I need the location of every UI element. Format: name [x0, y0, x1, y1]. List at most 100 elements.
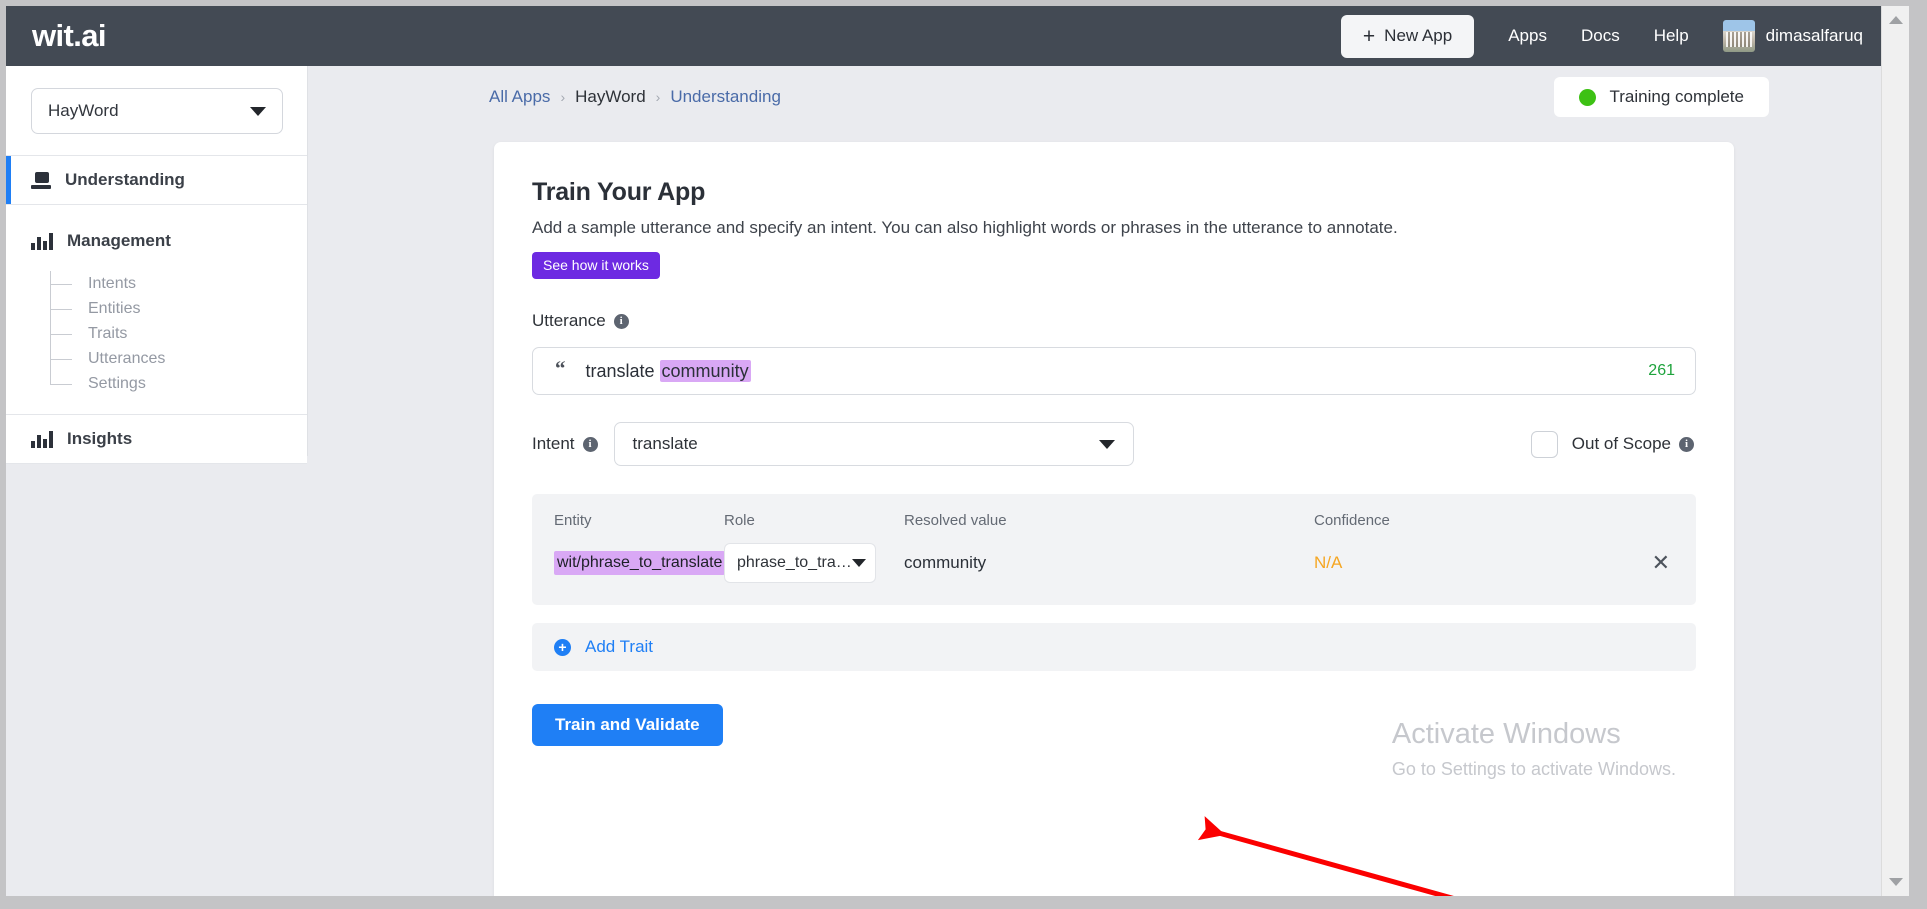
- robot-icon: [31, 171, 51, 189]
- out-of-scope-checkbox[interactable]: [1530, 430, 1558, 458]
- sidebar-item-insights[interactable]: Insights: [6, 415, 307, 463]
- sidebar-item-intents[interactable]: Intents: [50, 271, 307, 296]
- chevron-down-icon: [1098, 439, 1115, 449]
- entity-panel: Entity Role Resolved value Confidence wi…: [532, 494, 1696, 605]
- chevron-right-icon: ›: [655, 89, 661, 105]
- breadcrumb-hayword[interactable]: HayWord: [575, 87, 646, 107]
- close-icon[interactable]: ✕: [1652, 552, 1670, 574]
- status-dot-icon: [1578, 88, 1596, 106]
- card-subtitle: Add a sample utterance and specify an in…: [532, 218, 1398, 237]
- confidence-value: N/A: [1314, 553, 1343, 572]
- training-status-badge[interactable]: Training complete: [1553, 77, 1769, 117]
- bar-chart-icon: [31, 232, 53, 250]
- column-header-confidence: Confidence: [1314, 512, 1390, 529]
- sidebar-item-management[interactable]: Management: [6, 217, 307, 265]
- nav-link-help[interactable]: Help: [1654, 26, 1689, 46]
- breadcrumb: All Apps › HayWord › Understanding: [489, 87, 781, 107]
- utterance-input[interactable]: “ translate community 261: [532, 347, 1696, 395]
- main-content: All Apps › HayWord › Understanding Train…: [309, 66, 1881, 896]
- utterance-plain-text: translate: [585, 360, 660, 381]
- sidebar-section-management: Management Intents Entities Traits Utter…: [6, 205, 307, 414]
- plus-icon: +: [1362, 24, 1376, 48]
- column-header-actions: [1630, 521, 1670, 535]
- resolved-value: community: [904, 553, 987, 572]
- intent-select[interactable]: translate: [613, 422, 1134, 466]
- train-your-app-card: Train Your App Add a sample utterance an…: [494, 142, 1734, 896]
- app-selector-container: HayWord: [6, 66, 307, 155]
- role-select-cell: phrase_to_tra…: [724, 543, 904, 583]
- quote-icon: “: [555, 355, 566, 380]
- plus-circle-icon: +: [554, 638, 571, 656]
- utterance-text: translate community: [585, 359, 751, 382]
- chevron-down-icon: [851, 559, 866, 567]
- sidebar-item-traits[interactable]: Traits: [50, 321, 307, 346]
- character-count: 261: [1648, 362, 1675, 379]
- train-and-validate-button[interactable]: Train and Validate: [532, 704, 723, 746]
- wit-ai-logo[interactable]: wit.ai: [32, 18, 107, 54]
- entity-tag[interactable]: wit/phrase_to_translate: [554, 551, 726, 575]
- page-title: Train Your App: [532, 178, 706, 206]
- nav-link-apps[interactable]: Apps: [1508, 26, 1547, 46]
- entity-table-header: Entity Role Resolved value Confidence: [554, 512, 1670, 543]
- column-header-entity: Entity: [554, 512, 592, 529]
- table-row: wit/phrase_to_translate phrase_to_tra… c…: [554, 543, 1670, 583]
- activate-windows-watermark: Activate Windows Go to Settings to activ…: [1392, 718, 1676, 780]
- sidebar: HayWord Understanding Management Intents…: [6, 66, 308, 464]
- column-header-role: Role: [724, 512, 755, 529]
- utterance-label-row: Utterance i: [532, 311, 1696, 331]
- role-select[interactable]: phrase_to_tra…: [724, 543, 876, 583]
- chevron-right-icon: ›: [560, 89, 566, 105]
- utterance-label: Utterance: [532, 311, 606, 330]
- avatar: [1722, 20, 1755, 52]
- nav-link-docs[interactable]: Docs: [1581, 26, 1620, 46]
- info-icon[interactable]: i: [1679, 436, 1694, 452]
- sidebar-section-understanding: Understanding: [6, 155, 307, 205]
- sidebar-item-utterances[interactable]: Utterances: [50, 346, 307, 371]
- intent-label-row: Intent i: [532, 434, 598, 454]
- app-selector-dropdown[interactable]: HayWord: [31, 88, 283, 134]
- out-of-scope-label: Out of Scope: [1571, 434, 1671, 453]
- sidebar-item-understanding-label: Understanding: [65, 170, 185, 189]
- bar-chart-icon: [31, 430, 53, 448]
- intent-row: Intent i translate Out of Scope i: [532, 422, 1696, 466]
- new-app-button[interactable]: + New App: [1340, 14, 1475, 58]
- page-viewport: wit.ai + New App Apps Docs Help dimasalf…: [6, 6, 1909, 896]
- scroll-down-arrow-icon[interactable]: [1888, 878, 1903, 886]
- intent-label: Intent: [532, 434, 575, 453]
- annotation-arrow: [1197, 816, 1454, 896]
- sidebar-item-insights-label: Insights: [67, 429, 133, 448]
- sidebar-item-settings[interactable]: Settings: [50, 371, 307, 396]
- new-app-button-label: New App: [1384, 26, 1453, 45]
- see-how-it-works-badge[interactable]: See how it works: [532, 252, 660, 279]
- top-nav-right-group: + New App Apps Docs Help dimasalfaruq: [1340, 6, 1881, 66]
- intent-select-value: translate: [632, 434, 698, 453]
- window-frame: wit.ai + New App Apps Docs Help dimasalf…: [0, 0, 1927, 909]
- out-of-scope-label-row: Out of Scope i: [1572, 434, 1694, 454]
- scroll-up-arrow-icon[interactable]: [1888, 16, 1903, 24]
- role-select-value: phrase_to_tra…: [737, 554, 852, 571]
- column-header-resolved-value: Resolved value: [904, 512, 1007, 529]
- user-menu[interactable]: dimasalfaruq: [1722, 20, 1863, 52]
- training-status-label: Training complete: [1609, 87, 1745, 106]
- watermark-title: Activate Windows: [1391, 718, 1621, 750]
- add-trait-button[interactable]: + Add Trait: [532, 623, 1696, 671]
- chevron-down-icon: [250, 106, 266, 116]
- content-header: All Apps › HayWord › Understanding Train…: [309, 66, 1881, 128]
- info-icon[interactable]: i: [613, 313, 629, 329]
- sidebar-item-understanding[interactable]: Understanding: [6, 156, 307, 204]
- out-of-scope-group: Out of Scope i: [1530, 430, 1694, 458]
- vertical-scrollbar[interactable]: [1881, 6, 1909, 896]
- username-label: dimasalfaruq: [1765, 26, 1863, 45]
- add-trait-label: Add Trait: [585, 637, 654, 656]
- sidebar-section-insights: Insights: [6, 414, 307, 464]
- info-icon[interactable]: i: [582, 436, 598, 452]
- management-submenu: Intents Entities Traits Utterances Setti…: [50, 271, 307, 396]
- app-selector-value: HayWord: [48, 101, 119, 120]
- breadcrumb-all-apps[interactable]: All Apps: [489, 87, 550, 107]
- watermark-subtitle: Go to Settings to activate Windows.: [1391, 759, 1676, 779]
- sidebar-item-management-label: Management: [67, 231, 171, 250]
- breadcrumb-understanding[interactable]: Understanding: [670, 87, 781, 107]
- sidebar-item-entities[interactable]: Entities: [50, 296, 307, 321]
- utterance-annotated-entity[interactable]: community: [659, 359, 751, 382]
- top-navigation-bar: wit.ai + New App Apps Docs Help dimasalf…: [6, 6, 1881, 66]
